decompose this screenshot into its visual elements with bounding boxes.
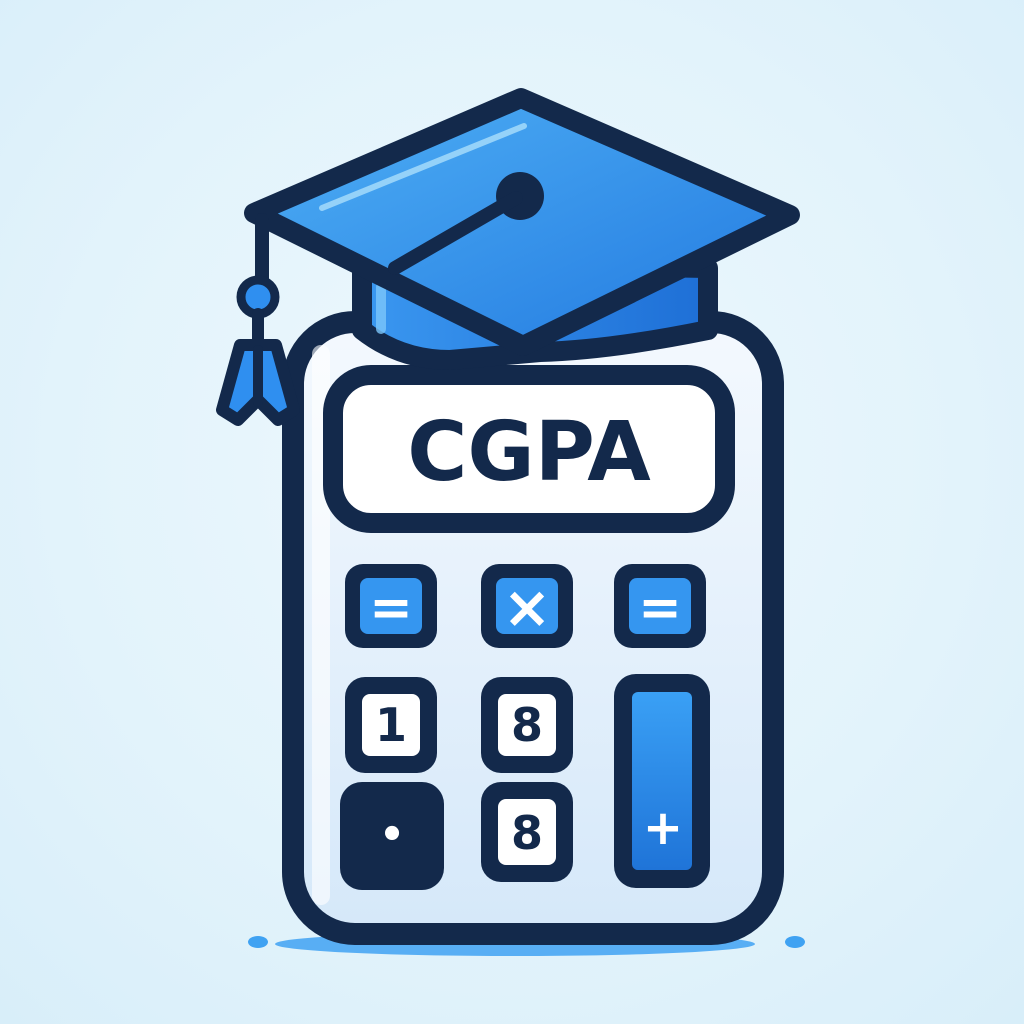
- key-multiply-label: ×: [503, 573, 552, 641]
- key-one-label: 1: [375, 698, 407, 752]
- calculator-cap-illustration: CGPA = × = 1 8 + • 8: [216, 88, 805, 956]
- key-multiply[interactable]: ×: [481, 564, 573, 648]
- display-text: CGPA: [407, 405, 651, 500]
- tassel-icon: [216, 213, 300, 426]
- key-plus-label: +: [643, 800, 683, 856]
- key-decimal-label: •: [379, 812, 405, 858]
- key-eight-upper[interactable]: 8: [481, 677, 573, 773]
- key-plus-tall[interactable]: +: [614, 674, 710, 888]
- key-equals-right-label: =: [638, 578, 682, 638]
- key-equals-left[interactable]: =: [345, 564, 437, 648]
- key-eight-lower[interactable]: 8: [481, 782, 573, 882]
- key-eight-lower-label: 8: [511, 806, 543, 860]
- key-equals-left-label: =: [369, 578, 413, 638]
- key-eight-upper-label: 8: [511, 698, 543, 752]
- key-decimal[interactable]: •: [340, 782, 444, 890]
- key-equals-right[interactable]: =: [614, 564, 706, 648]
- key-one[interactable]: 1: [345, 677, 437, 773]
- display-screen: CGPA: [323, 365, 735, 533]
